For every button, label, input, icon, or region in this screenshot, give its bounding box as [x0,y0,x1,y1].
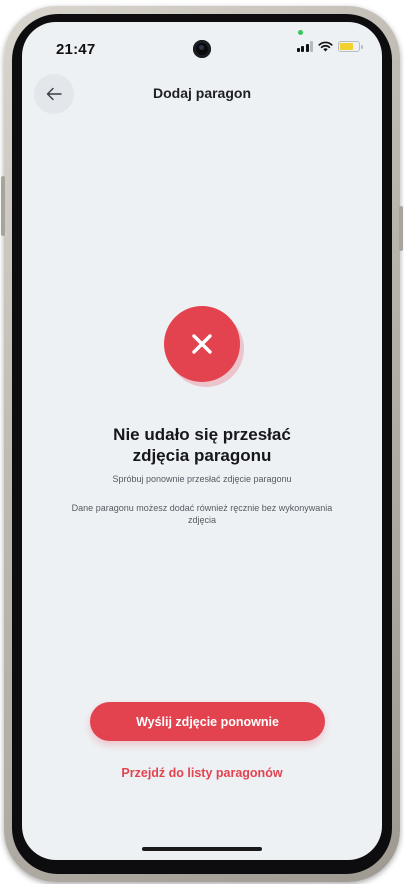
status-bar: 21:47 [22,22,382,66]
close-icon [192,334,212,354]
retry-upload-label: Wyślij zdjęcie ponownie [136,714,279,729]
error-title-line1: Nie udało się przesłać [113,425,291,444]
error-title-line2: zdjęcia paragonu [132,446,272,465]
battery-icon [338,41,363,52]
error-title: Nie udało się przesłać zdjęcia paragonu [62,424,342,466]
error-subtitle: Spróbuj ponownie przesłać zdjęcie parago… [112,474,292,484]
volume-button [1,176,5,236]
app-header: Dodaj paragon [22,74,382,118]
error-badge [164,306,240,382]
privacy-indicator-icon [298,30,303,35]
front-camera-icon [193,40,211,58]
wifi-icon [318,41,333,52]
receipts-list-link[interactable]: Przejdź do listy paragonów [22,766,382,780]
home-indicator[interactable] [142,847,262,851]
status-icons [296,41,363,52]
status-time: 21:47 [56,41,96,58]
page-title: Dodaj paragon [152,85,251,101]
screen: 21:47 Dodaj paragon Nie udało się przesł… [22,22,382,860]
power-button [399,206,403,251]
error-info: Dane paragonu możesz dodać również ręczn… [71,503,333,525]
retry-upload-button[interactable]: Wyślij zdjęcie ponownie [90,702,325,741]
signal-icon [296,41,313,52]
